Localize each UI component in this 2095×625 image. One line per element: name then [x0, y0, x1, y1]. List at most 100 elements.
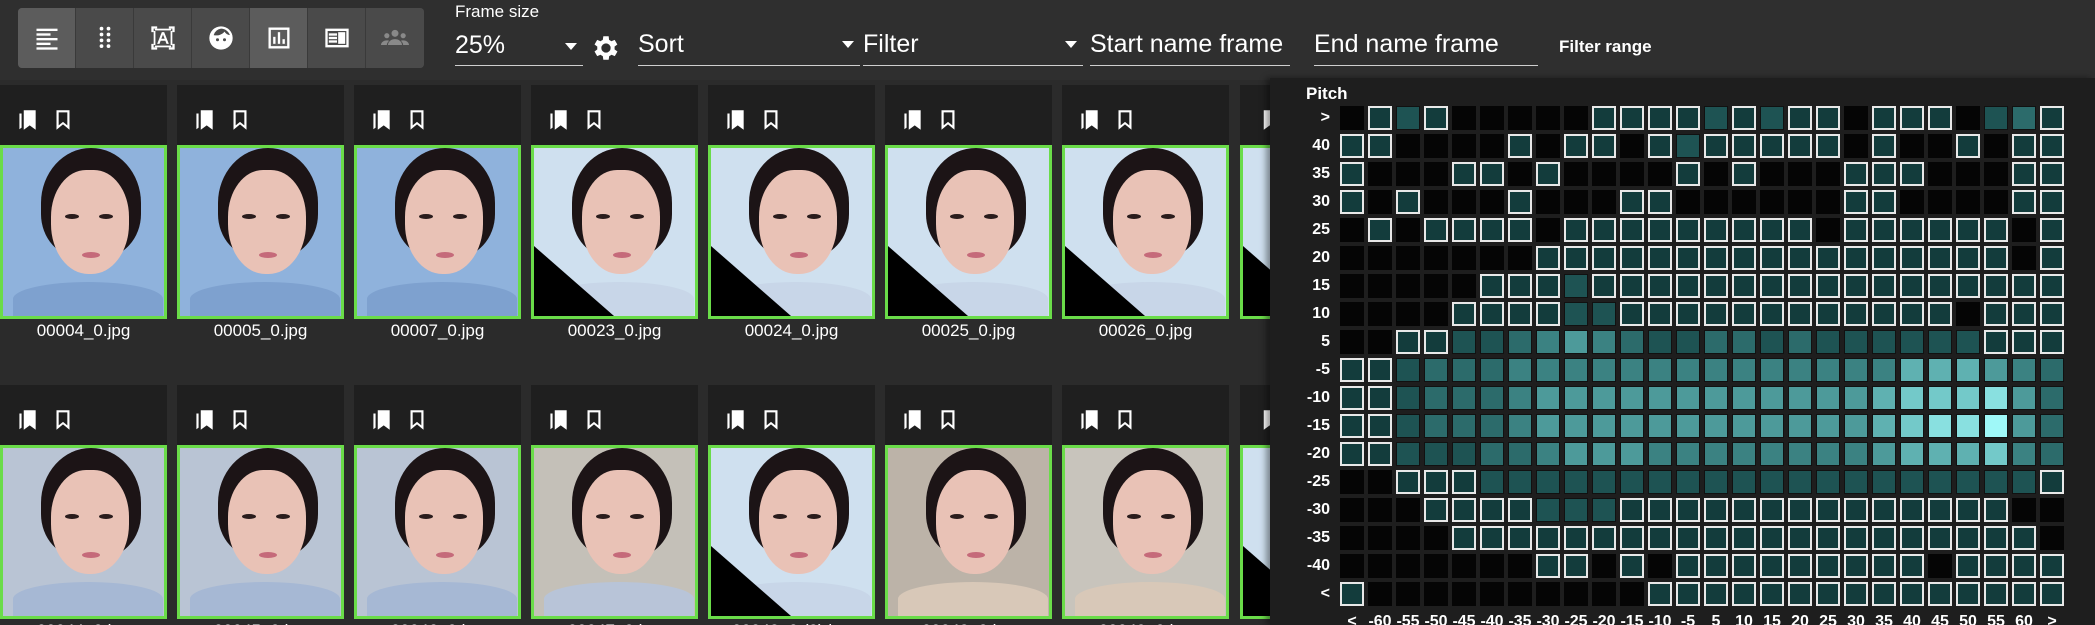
heatmap-cell[interactable]: [1788, 498, 1812, 522]
heatmap-cell[interactable]: [1928, 106, 1952, 130]
bookmark-icon[interactable]: [935, 407, 961, 433]
heatmap-cell[interactable]: [1368, 134, 1392, 158]
heatmap-cell[interactable]: [1452, 554, 1476, 578]
heatmap-cell[interactable]: [1704, 526, 1728, 550]
heatmap-cell[interactable]: [1704, 302, 1728, 326]
heatmap-cell[interactable]: [1340, 190, 1364, 214]
heatmap-cell[interactable]: [1676, 302, 1700, 326]
heatmap-cell[interactable]: [1760, 442, 1784, 466]
heatmap-cell[interactable]: [1536, 190, 1560, 214]
heatmap-cell[interactable]: [1788, 442, 1812, 466]
heatmap-cell[interactable]: [1424, 554, 1448, 578]
heatmap-cell[interactable]: [1480, 386, 1504, 410]
heatmap-cell[interactable]: [2040, 386, 2064, 410]
heatmap-cell[interactable]: [1788, 190, 1812, 214]
heatmap-cell[interactable]: [1956, 554, 1980, 578]
heatmap-cell[interactable]: [1340, 274, 1364, 298]
heatmap-cell[interactable]: [1396, 218, 1420, 242]
heatmap-cell[interactable]: [1592, 498, 1616, 522]
heatmap-cell[interactable]: [1900, 218, 1924, 242]
heatmap-cell[interactable]: [1368, 330, 1392, 354]
heatmap-cell[interactable]: [1900, 330, 1924, 354]
heatmap-cell[interactable]: [1592, 358, 1616, 382]
heatmap-cell[interactable]: [1816, 358, 1840, 382]
heatmap-cell[interactable]: [1732, 498, 1756, 522]
heatmap-cell[interactable]: [1396, 470, 1420, 494]
heatmap-cell[interactable]: [1452, 386, 1476, 410]
heatmap-cell[interactable]: [2012, 498, 2036, 522]
heatmap-cell[interactable]: [1508, 162, 1532, 186]
heatmap-cell[interactable]: [2012, 470, 2036, 494]
heatmap-cell[interactable]: [1620, 246, 1644, 270]
thumbnail-image[interactable]: [0, 145, 167, 319]
heatmap-cell[interactable]: [1536, 162, 1560, 186]
heatmap-cell[interactable]: [1872, 246, 1896, 270]
heatmap-cell[interactable]: [1340, 442, 1364, 466]
heatmap-cell[interactable]: [1732, 582, 1756, 606]
bookmarks-icon[interactable]: [722, 407, 748, 433]
heatmap-cell[interactable]: [1648, 470, 1672, 494]
heatmap-cell[interactable]: [1732, 106, 1756, 130]
heatmap-cell[interactable]: [1732, 190, 1756, 214]
heatmap-cell[interactable]: [1788, 526, 1812, 550]
heatmap-cell[interactable]: [1592, 302, 1616, 326]
heatmap-cell[interactable]: [1396, 582, 1420, 606]
heatmap-cell[interactable]: [1424, 134, 1448, 158]
heatmap-cell[interactable]: [2040, 218, 2064, 242]
heatmap-cell[interactable]: [1508, 498, 1532, 522]
heatmap-cell[interactable]: [1816, 162, 1840, 186]
heatmap-cell[interactable]: [1592, 414, 1616, 438]
heatmap-cell[interactable]: [1536, 330, 1560, 354]
heatmap-cell[interactable]: [1592, 274, 1616, 298]
heatmap-cell[interactable]: [1508, 358, 1532, 382]
heatmap-cell[interactable]: [1480, 302, 1504, 326]
thumbnail-image[interactable]: [885, 145, 1052, 319]
heatmap-cell[interactable]: [1872, 442, 1896, 466]
heatmap-cell[interactable]: [1340, 246, 1364, 270]
heatmap-cell[interactable]: [1956, 302, 1980, 326]
heatmap-cell[interactable]: [1676, 106, 1700, 130]
heatmap-cell[interactable]: [1452, 414, 1476, 438]
heatmap-cell[interactable]: [1340, 414, 1364, 438]
heatmap-cell[interactable]: [1900, 498, 1924, 522]
heatmap-cell[interactable]: [1396, 554, 1420, 578]
bookmarks-icon[interactable]: [14, 107, 40, 133]
heatmap-cell[interactable]: [1676, 358, 1700, 382]
heatmap-cell[interactable]: [1424, 358, 1448, 382]
heatmap-cell[interactable]: [1872, 190, 1896, 214]
bookmark-icon[interactable]: [227, 407, 253, 433]
bookmarks-icon[interactable]: [545, 107, 571, 133]
heatmap-cell[interactable]: [1732, 302, 1756, 326]
heatmap-cell[interactable]: [1480, 414, 1504, 438]
heatmap-cell[interactable]: [1844, 442, 1868, 466]
heatmap-cell[interactable]: [2012, 442, 2036, 466]
heatmap-cell[interactable]: [1872, 498, 1896, 522]
bookmarks-icon[interactable]: [1076, 407, 1102, 433]
thumbnail-image[interactable]: [0, 445, 167, 619]
start-name-input[interactable]: Start name frame: [1090, 24, 1290, 66]
heatmap-cell[interactable]: [1928, 218, 1952, 242]
heatmap-cell[interactable]: [1340, 498, 1364, 522]
heatmap-cell[interactable]: [1732, 246, 1756, 270]
heatmap-cell[interactable]: [1396, 106, 1420, 130]
bookmark-icon[interactable]: [758, 407, 784, 433]
heatmap-cell[interactable]: [1480, 274, 1504, 298]
heatmap-cell[interactable]: [1564, 358, 1588, 382]
heatmap-cell[interactable]: [1704, 386, 1728, 410]
heatmap-cell[interactable]: [1648, 302, 1672, 326]
thumbnail-card[interactable]: 00045_0.jpg: [177, 385, 344, 625]
heatmap-cell[interactable]: [1508, 582, 1532, 606]
heatmap-cell[interactable]: [1480, 246, 1504, 270]
bookmarks-icon[interactable]: [722, 107, 748, 133]
heatmap-cell[interactable]: [1508, 218, 1532, 242]
heatmap-cell[interactable]: [1788, 106, 1812, 130]
heatmap-cell[interactable]: [1984, 386, 2008, 410]
heatmap-cell[interactable]: [1620, 470, 1644, 494]
thumbnail-image[interactable]: [354, 145, 521, 319]
heatmap-cell[interactable]: [1788, 554, 1812, 578]
heatmap-cell[interactable]: [1984, 162, 2008, 186]
heatmap-cell[interactable]: [1452, 358, 1476, 382]
heatmap-cell[interactable]: [1480, 526, 1504, 550]
heatmap-cell[interactable]: [1536, 582, 1560, 606]
heatmap-cell[interactable]: [1648, 526, 1672, 550]
